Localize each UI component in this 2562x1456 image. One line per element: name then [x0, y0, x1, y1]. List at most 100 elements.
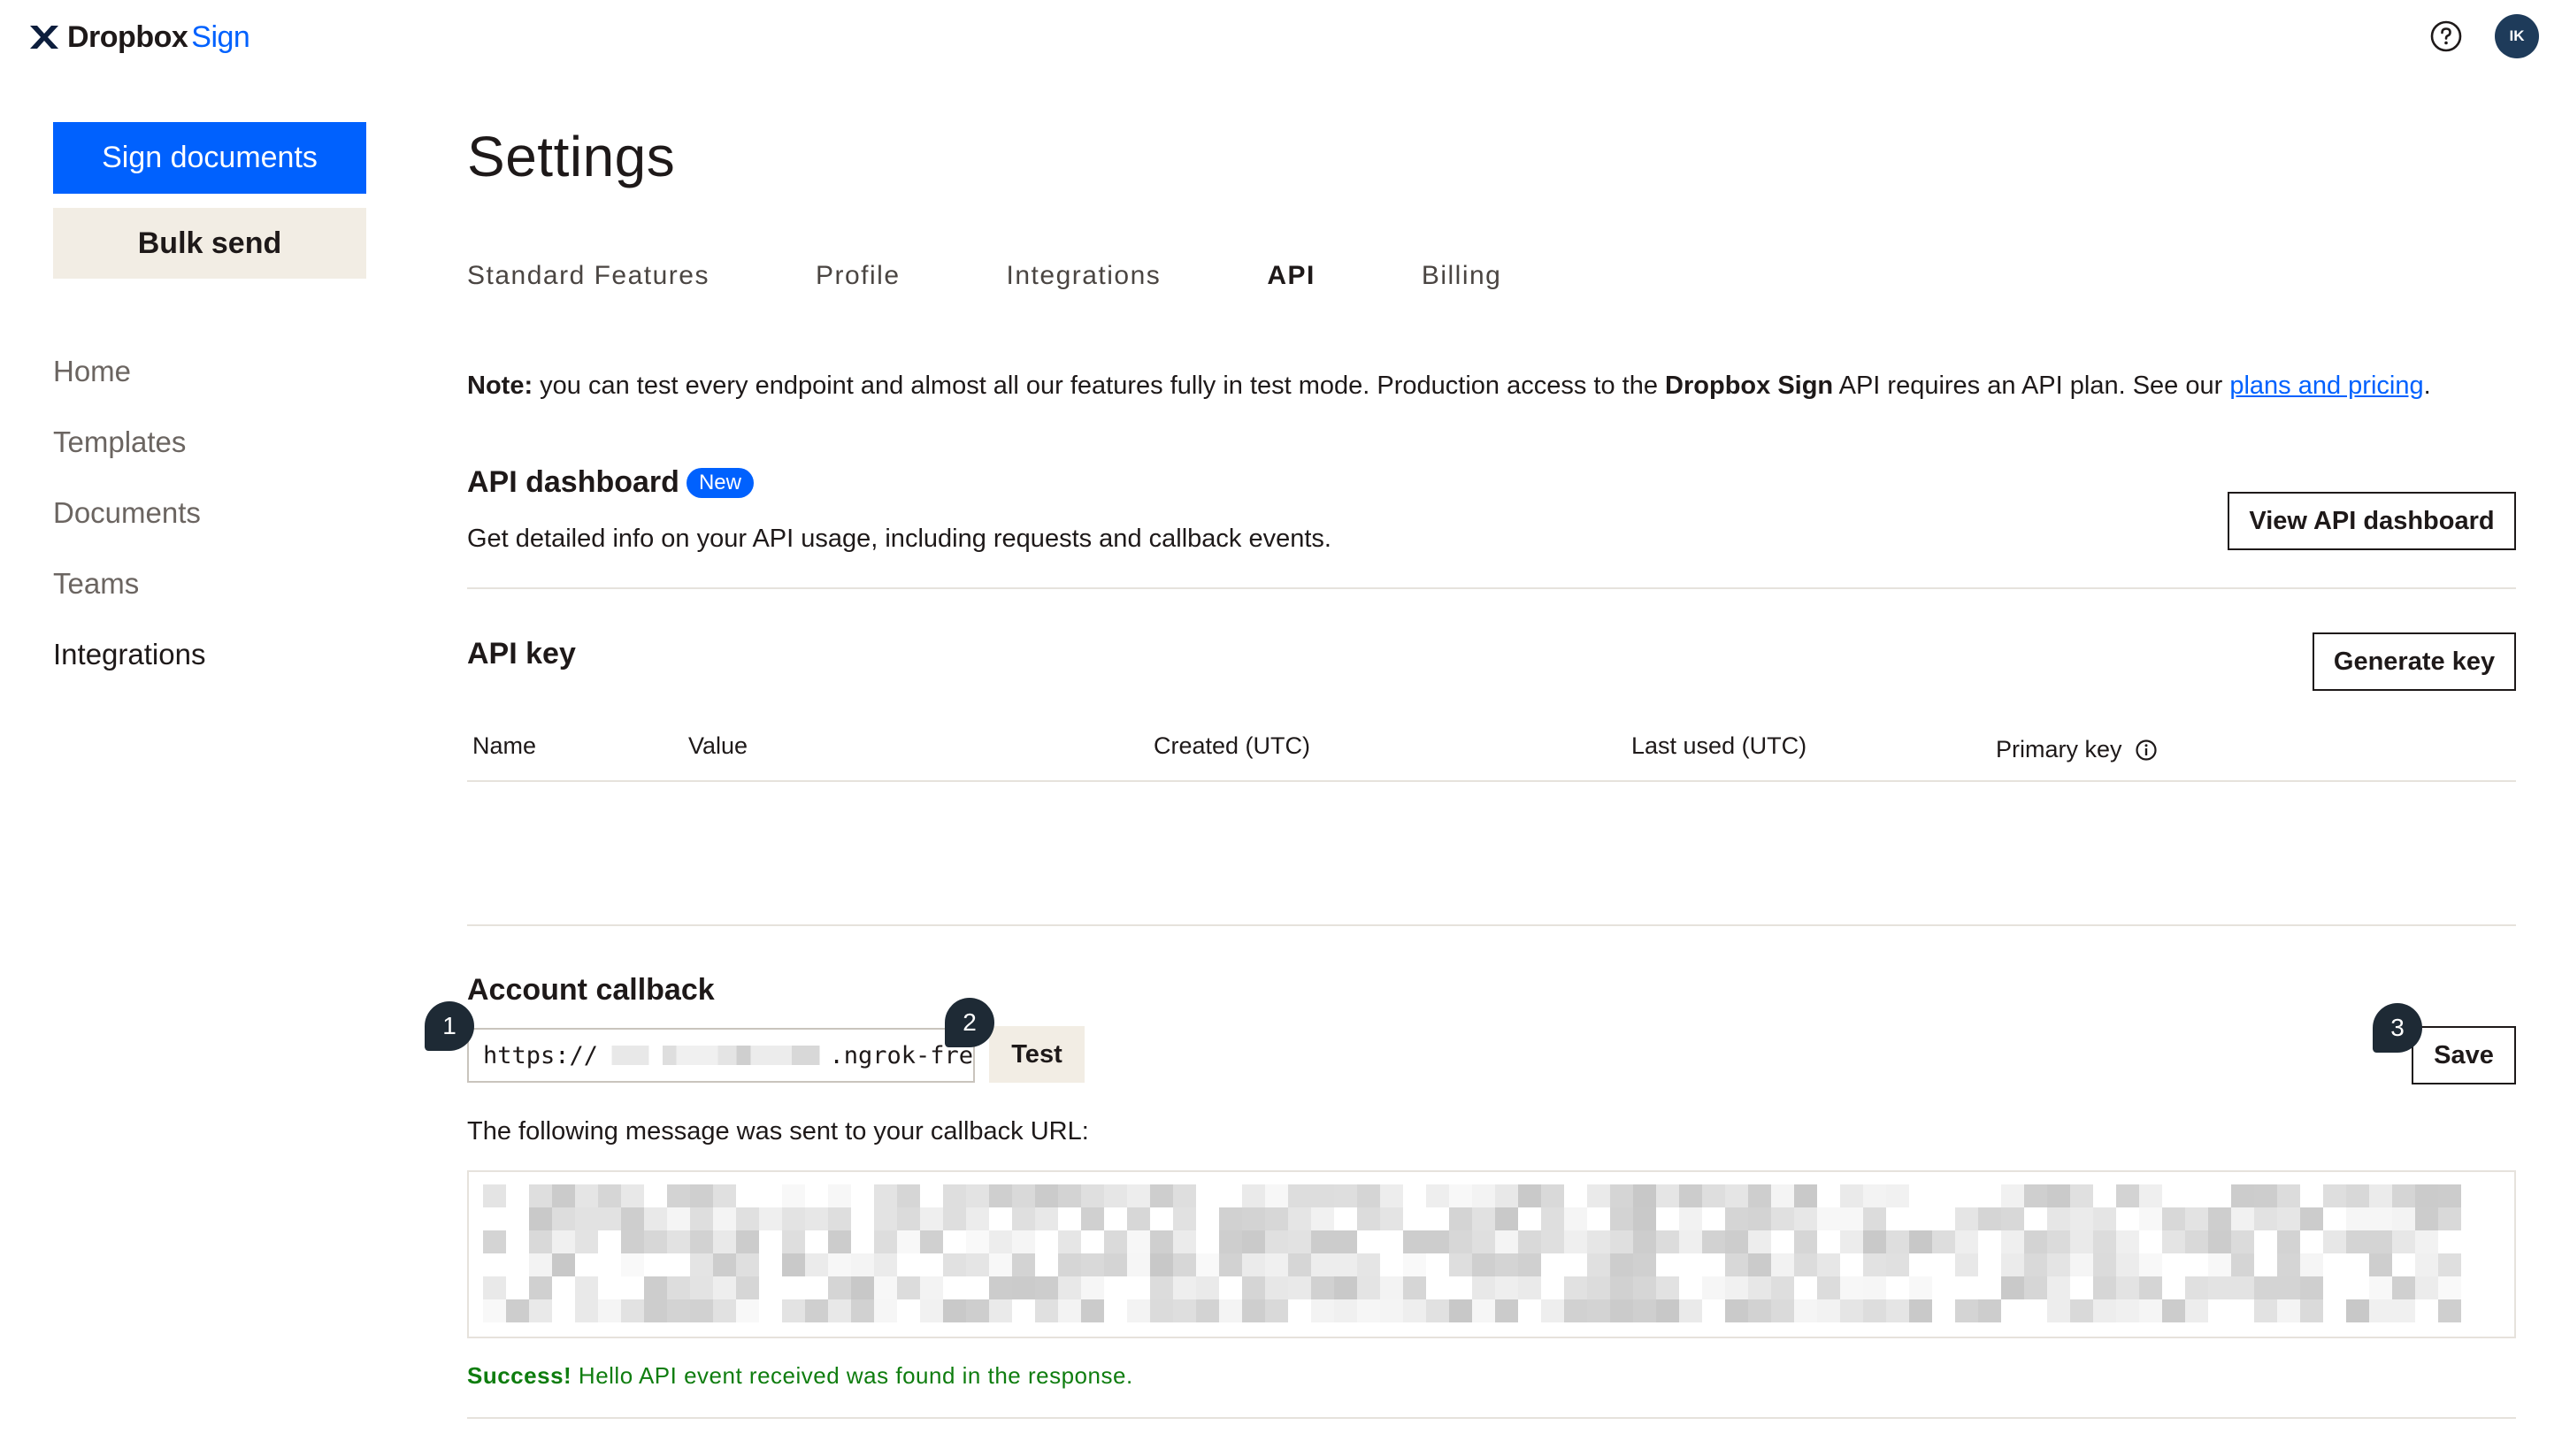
redacted-pixel	[1794, 1230, 1817, 1253]
sidebar-item-teams[interactable]: Teams	[53, 548, 205, 619]
redacted-pixel	[1219, 1253, 1242, 1276]
redacted-pixel	[529, 1276, 552, 1299]
redacted-pixel	[1656, 1276, 1679, 1299]
test-callback-button[interactable]: Test	[989, 1026, 1085, 1083]
redacted-pixel	[1357, 1276, 1380, 1299]
redacted-pixel	[2254, 1299, 2277, 1322]
generate-key-button[interactable]: Generate key	[2313, 632, 2516, 691]
redacted-pixel	[598, 1207, 621, 1230]
redacted-pixel	[1610, 1253, 1633, 1276]
success-message: Success! Hello API event received was fo…	[467, 1362, 1133, 1390]
redacted-pixel	[1242, 1184, 1265, 1207]
redacted-pixel	[1242, 1276, 1265, 1299]
redacted-pixel	[1748, 1184, 1771, 1207]
help-circle-icon[interactable]	[2429, 19, 2463, 53]
redacted-pixel	[2392, 1207, 2415, 1230]
redacted-pixel	[1817, 1207, 1840, 1230]
redacted-pixel	[989, 1253, 1012, 1276]
redacted-pixel	[1357, 1253, 1380, 1276]
redacted-pixel	[1012, 1253, 1035, 1276]
tab-billing[interactable]: Billing	[1422, 261, 1502, 291]
redacted-pixel	[828, 1253, 851, 1276]
step-marker-3: 3	[2373, 1003, 2422, 1053]
redacted-pixel	[1725, 1276, 1748, 1299]
redacted-pixel	[2323, 1230, 2346, 1253]
tab-api[interactable]: API	[1267, 261, 1316, 291]
redacted-pixel	[2300, 1207, 2323, 1230]
redacted-pixel	[1656, 1184, 1679, 1207]
note-prefix: Note:	[467, 372, 533, 400]
redacted-pixel	[1702, 1184, 1725, 1207]
redacted-pixel	[1587, 1276, 1610, 1299]
redacted-pixel	[1955, 1207, 1978, 1230]
redacted-pixel	[805, 1207, 828, 1230]
redacted-pixel	[1173, 1230, 1196, 1253]
redacted-pixel	[713, 1207, 736, 1230]
redacted-pixel	[851, 1276, 874, 1299]
sidebar-item-integrations[interactable]: Integrations	[53, 619, 205, 690]
redacted-pixel	[690, 1230, 713, 1253]
save-button[interactable]: Save	[2412, 1026, 2516, 1084]
redacted-pixel	[690, 1299, 713, 1322]
redacted-pixel	[828, 1184, 851, 1207]
redacted-pixel	[2139, 1207, 2162, 1230]
info-icon[interactable]	[2135, 739, 2158, 762]
redacted-pixel	[1150, 1230, 1173, 1253]
redacted-pixel	[2047, 1207, 2070, 1230]
redacted-pixel	[644, 1207, 667, 1230]
redacted-pixel	[1127, 1184, 1150, 1207]
redacted-pixel	[2070, 1230, 2093, 1253]
user-avatar[interactable]: IK	[2495, 14, 2539, 58]
tab-profile[interactable]: Profile	[816, 261, 901, 291]
redacted-pixel	[2001, 1253, 2024, 1276]
redacted-pixel	[713, 1276, 736, 1299]
redacted-pixel	[2116, 1299, 2139, 1322]
bulk-send-button[interactable]: Bulk send	[53, 208, 366, 279]
redacted-pixel	[1909, 1299, 1932, 1322]
sidebar-item-documents[interactable]: Documents	[53, 478, 205, 548]
redacted-pixel	[1656, 1299, 1679, 1322]
redacted-pixel	[1472, 1253, 1495, 1276]
api-dashboard-description: Get detailed info on your API usage, inc…	[467, 525, 1331, 553]
sidebar-item-templates[interactable]: Templates	[53, 407, 205, 478]
redacted-pixel	[966, 1253, 989, 1276]
redacted-pixel	[1886, 1253, 1909, 1276]
redacted-pixel	[1035, 1276, 1058, 1299]
redacted-pixel	[1472, 1230, 1495, 1253]
plans-and-pricing-link[interactable]: plans and pricing	[2229, 372, 2423, 400]
callback-url-input[interactable]: https:// .ngrok-fre	[467, 1028, 975, 1083]
redacted-pixel	[2392, 1184, 2415, 1207]
redacted-pixel	[966, 1207, 989, 1230]
dropbox-logo-icon	[30, 26, 58, 49]
tab-integrations[interactable]: Integrations	[1007, 261, 1162, 291]
sidebar-item-home[interactable]: Home	[53, 336, 205, 407]
redacted-pixel	[621, 1230, 644, 1253]
redacted-pixel	[1311, 1253, 1334, 1276]
redacted-pixel	[2392, 1299, 2415, 1322]
redacted-pixel	[1104, 1230, 1127, 1253]
redacted-pixel	[1449, 1253, 1472, 1276]
redacted-pixel	[2208, 1253, 2231, 1276]
redacted-pixel	[1679, 1207, 1702, 1230]
redacted-pixel	[736, 1253, 759, 1276]
redacted-pixel	[1127, 1299, 1150, 1322]
redacted-pixel	[1518, 1253, 1541, 1276]
redacted-pixel	[1472, 1207, 1495, 1230]
redacted-pixel	[2208, 1207, 2231, 1230]
redacted-pixel	[2024, 1230, 2047, 1253]
redacted-pixel	[782, 1299, 805, 1322]
redacted-pixel	[828, 1276, 851, 1299]
tab-standard-features[interactable]: Standard Features	[467, 261, 710, 291]
redacted-pixel	[506, 1299, 529, 1322]
redacted-pixel	[529, 1184, 552, 1207]
view-api-dashboard-button[interactable]: View API dashboard	[2228, 492, 2516, 550]
redacted-pixel	[529, 1230, 552, 1253]
dropbox-sign-logo[interactable]: Dropbox Sign	[28, 18, 250, 57]
redacted-pixel	[2208, 1230, 2231, 1253]
redacted-pixel	[1403, 1276, 1426, 1299]
redacted-pixel	[943, 1184, 966, 1207]
redacted-pixel	[1150, 1276, 1173, 1299]
redacted-pixel	[2369, 1184, 2392, 1207]
column-header-created: Created (UTC)	[1154, 732, 1311, 759]
sign-documents-button[interactable]: Sign documents	[53, 122, 366, 194]
